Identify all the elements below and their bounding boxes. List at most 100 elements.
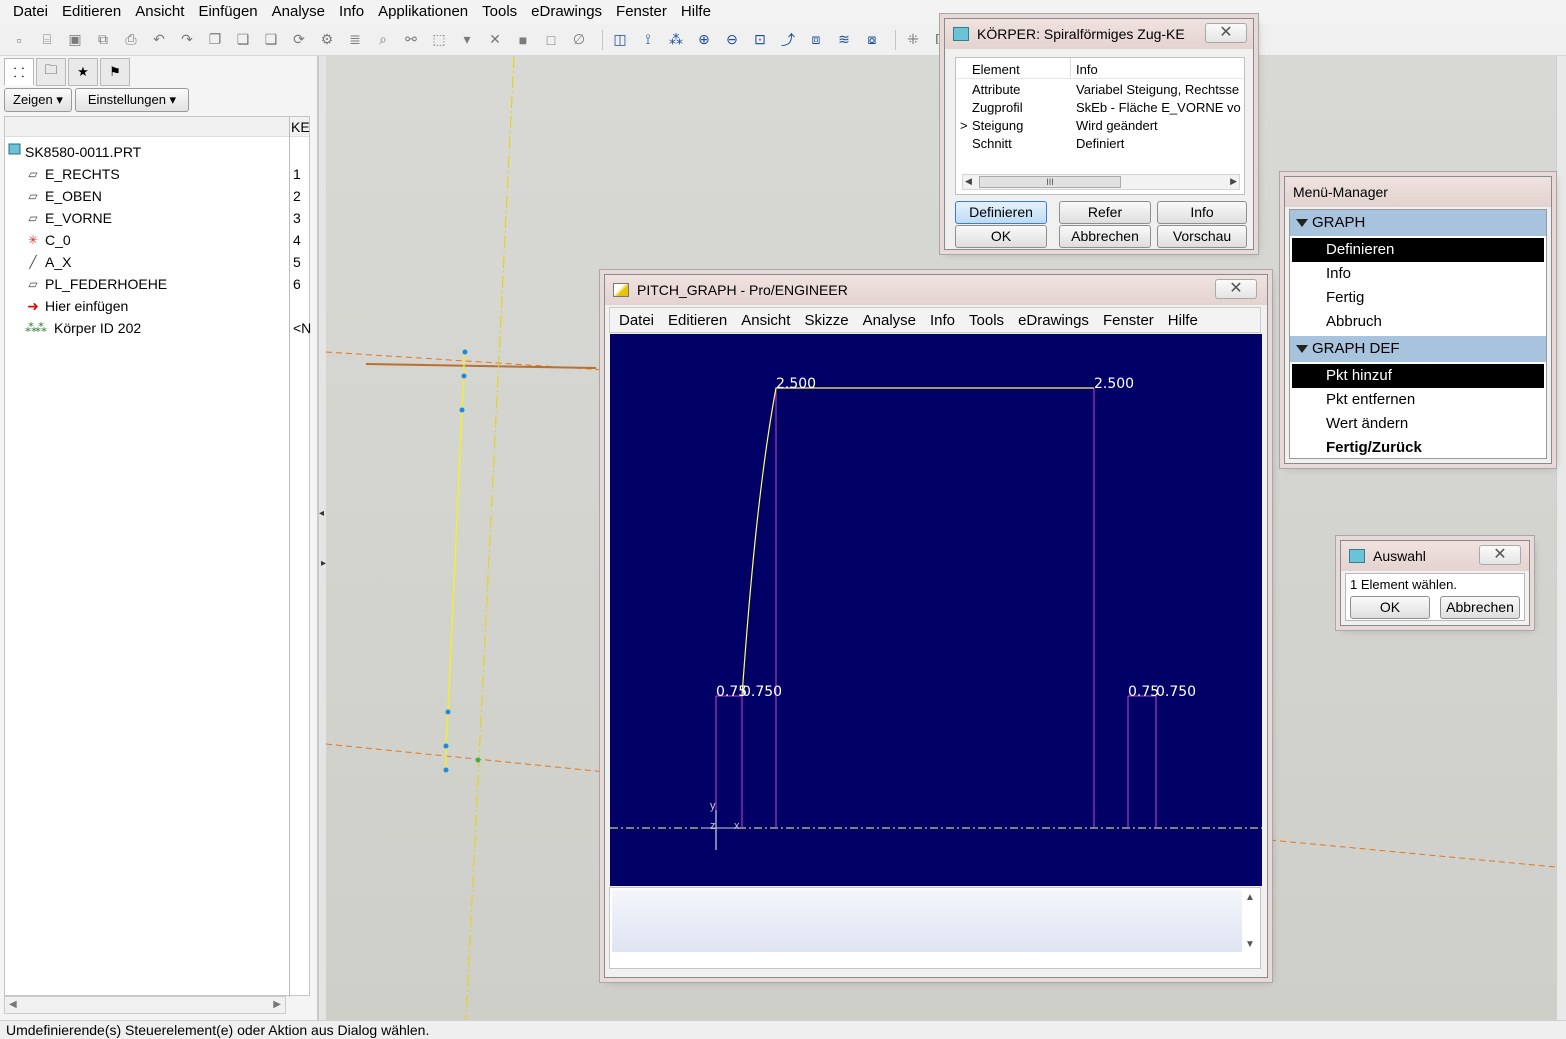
- datum-axis-tool-icon[interactable]: ⟟: [637, 29, 659, 51]
- model-tree-tab-icon[interactable]: ⸬: [4, 58, 34, 86]
- pg-menu-hilfe[interactable]: Hilfe: [1161, 312, 1205, 329]
- panel-splitter[interactable]: ◂ ▸: [318, 56, 326, 1020]
- collapse-left-icon[interactable]: ◂: [319, 508, 324, 519]
- section-graph-def[interactable]: GRAPH DEF: [1290, 336, 1546, 362]
- menu-tools[interactable]: Tools: [475, 0, 524, 24]
- selection-dialog-titlebar[interactable]: Auswahl ✕: [1341, 541, 1529, 571]
- zoom-in-icon[interactable]: ⊕: [693, 29, 715, 51]
- menu-edrawings[interactable]: eDrawings: [524, 0, 609, 24]
- cancel-button[interactable]: Abbrechen: [1059, 225, 1151, 248]
- table-row[interactable]: Schnitt Definiert: [956, 136, 1244, 154]
- menu-hilfe[interactable]: Hilfe: [674, 0, 718, 24]
- tree-item-e-vorne[interactable]: ▱ E_VORNE 3: [5, 207, 311, 229]
- tree-item-e-rechts[interactable]: ▱ E_RECHTS 1: [5, 163, 311, 185]
- pg-menu-analyse[interactable]: Analyse: [856, 312, 923, 329]
- scroll-up-icon[interactable]: ▲: [1245, 892, 1255, 903]
- dimension-label[interactable]: 2.500: [1094, 376, 1134, 392]
- find-icon[interactable]: ⌕: [372, 29, 394, 51]
- menu-ansicht[interactable]: Ansicht: [128, 0, 191, 24]
- close-button[interactable]: ✕: [1215, 279, 1257, 299]
- table-row[interactable]: Zugprofil SkEb - Fläche E_VORNE vo: [956, 100, 1244, 118]
- pg-menu-datei[interactable]: Datei: [612, 312, 661, 329]
- menu-analyse[interactable]: Analyse: [265, 0, 332, 24]
- dimension-label[interactable]: 0.750: [1156, 684, 1196, 700]
- preview-button[interactable]: Vorschau: [1157, 225, 1247, 248]
- menu-item-fertig-zurueck[interactable]: Fertig/Zurück: [1290, 436, 1546, 460]
- spin-center-icon[interactable]: ⁜: [902, 29, 924, 51]
- pg-menu-info[interactable]: Info: [923, 312, 962, 329]
- paste-special-icon[interactable]: ❑: [260, 29, 282, 51]
- hidden-line-icon[interactable]: □: [540, 29, 562, 51]
- close-button[interactable]: ✕: [1479, 545, 1521, 565]
- regen-manager-icon[interactable]: ⚙: [316, 29, 338, 51]
- pg-menu-editieren[interactable]: Editieren: [661, 312, 734, 329]
- dialog-titlebar[interactable]: KÖRPER: Spiralförmiges Zug-KE ✕: [945, 19, 1253, 49]
- save-copy-icon[interactable]: ⧉: [92, 29, 114, 51]
- pg-menu-edrawings[interactable]: eDrawings: [1011, 312, 1096, 329]
- info-button[interactable]: Info: [1157, 201, 1247, 224]
- wireframe-icon[interactable]: ✕: [484, 29, 506, 51]
- no-hidden-icon[interactable]: ∅: [568, 29, 590, 51]
- paste-icon[interactable]: ❏: [232, 29, 254, 51]
- scroll-thumb[interactable]: III: [979, 176, 1121, 188]
- copy-icon[interactable]: ❐: [204, 29, 226, 51]
- tree-item-c-0[interactable]: ✳ C_0 4: [5, 229, 311, 251]
- saved-views-icon[interactable]: ⧈: [805, 29, 827, 51]
- dimension-label[interactable]: 0.75: [1128, 684, 1159, 700]
- binoculars-icon[interactable]: ⚯: [400, 29, 422, 51]
- menu-item-abbruch[interactable]: Abbruch: [1290, 310, 1546, 334]
- dropdown-arrow-icon[interactable]: ▾: [456, 29, 478, 51]
- scroll-down-icon[interactable]: ▼: [1245, 939, 1255, 950]
- pitch-graph-titlebar[interactable]: PITCH_GRAPH - Pro/ENGINEER ✕: [605, 275, 1267, 305]
- define-button[interactable]: Definieren: [955, 201, 1047, 224]
- ok-button[interactable]: OK: [1350, 596, 1430, 619]
- menu-item-info[interactable]: Info: [1290, 262, 1546, 286]
- model-tree-icon[interactable]: ≣: [344, 29, 366, 51]
- undo-icon[interactable]: ↶: [148, 29, 170, 51]
- favorites-tab-icon[interactable]: ★: [68, 58, 98, 86]
- ok-button[interactable]: OK: [955, 225, 1047, 248]
- tree-root[interactable]: SK8580-0011.PRT: [5, 141, 311, 163]
- tree-item-pl-federhoehe[interactable]: ▱ PL_FEDERHOEHE 6: [5, 273, 311, 295]
- tree-column-ke[interactable]: KE: [291, 119, 310, 135]
- pg-menu-tools[interactable]: Tools: [962, 312, 1011, 329]
- column-header-element[interactable]: Element: [972, 62, 1020, 77]
- tree-item-a-x[interactable]: ╱ A_X 5: [5, 251, 311, 273]
- zoom-out-icon[interactable]: ⊖: [721, 29, 743, 51]
- menu-manager-titlebar[interactable]: Menü-Manager: [1285, 177, 1551, 207]
- tree-item-insert-here[interactable]: ➜ Hier einfügen: [5, 295, 311, 317]
- table-row[interactable]: > Steigung Wird geändert: [956, 118, 1244, 136]
- shaded-icon[interactable]: ■: [512, 29, 534, 51]
- redo-icon[interactable]: ↷: [176, 29, 198, 51]
- menu-einfuegen[interactable]: Einfügen: [191, 0, 264, 24]
- scroll-left-icon[interactable]: ◀: [9, 999, 17, 1010]
- pg-menu-ansicht[interactable]: Ansicht: [734, 312, 797, 329]
- dimension-label[interactable]: 0.750: [742, 684, 782, 700]
- menu-item-pkt-hinzuf[interactable]: Pkt hinzuf: [1292, 364, 1544, 388]
- menu-applikationen[interactable]: Applikationen: [371, 0, 475, 24]
- menu-fenster[interactable]: Fenster: [609, 0, 674, 24]
- folder-browser-tab-icon[interactable]: 🗀: [36, 58, 66, 86]
- scroll-left-icon[interactable]: ◀: [965, 176, 972, 187]
- regenerate-icon[interactable]: ⟳: [288, 29, 310, 51]
- scroll-right-icon[interactable]: ▶: [273, 999, 281, 1010]
- pg-menu-fenster[interactable]: Fenster: [1096, 312, 1161, 329]
- column-header-info[interactable]: Info: [1076, 62, 1098, 77]
- view-manager-icon[interactable]: ⧇: [861, 29, 883, 51]
- save-icon[interactable]: ▣: [64, 29, 86, 51]
- close-button[interactable]: ✕: [1205, 23, 1247, 43]
- menu-editieren[interactable]: Editieren: [55, 0, 128, 24]
- menu-item-pkt-entfernen[interactable]: Pkt entfernen: [1290, 388, 1546, 412]
- menu-info[interactable]: Info: [332, 0, 371, 24]
- reorient-icon[interactable]: ⤴: [777, 29, 799, 51]
- pitch-graph-canvas[interactable]: 2.500 2.500 0.75 0.750 0.75 0.750 y z x: [610, 334, 1262, 886]
- datum-point-tool-icon[interactable]: ⁂: [665, 29, 687, 51]
- show-button[interactable]: Zeigen ▾: [4, 88, 72, 112]
- layers-icon[interactable]: ≋: [833, 29, 855, 51]
- tree-item-koerper[interactable]: ⁂⁂ Körper ID 202 <N: [5, 317, 311, 339]
- table-row[interactable]: Attribute Variabel Steigung, Rechtsse: [956, 82, 1244, 100]
- tree-horizontal-scrollbar[interactable]: ◀ ▶: [4, 996, 286, 1014]
- section-graph[interactable]: GRAPH: [1290, 210, 1546, 236]
- settings-button[interactable]: Einstellungen ▾: [74, 88, 190, 112]
- scroll-right-icon[interactable]: ▶: [1230, 176, 1237, 187]
